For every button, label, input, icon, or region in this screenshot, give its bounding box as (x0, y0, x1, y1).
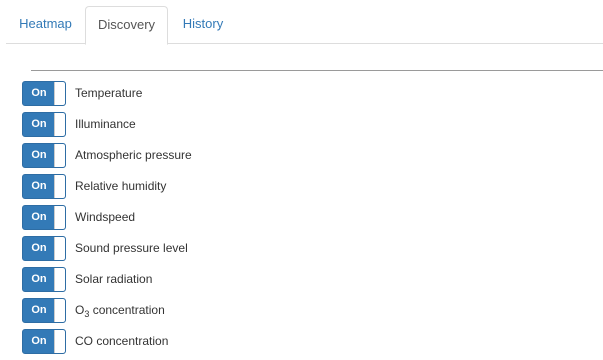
toggle-on-label: On (31, 273, 47, 285)
solar-radiation-toggle[interactable]: On (22, 267, 66, 292)
windspeed-toggle[interactable]: On (22, 205, 66, 230)
toggle-on-label: On (31, 335, 47, 347)
tab-bar: Heatmap Discovery History (6, 6, 603, 45)
toggle-handle (54, 175, 65, 198)
illuminance-label: Illuminance (75, 117, 136, 131)
tab-heatmap[interactable]: Heatmap (6, 6, 85, 44)
solar-radiation-label: Solar radiation (75, 272, 153, 286)
toggle-handle (54, 113, 65, 136)
toggle-handle (54, 206, 65, 229)
o3-suffix: concentration (89, 303, 165, 317)
sensor-row-temperature: On Temperature (22, 81, 582, 106)
sensor-row-atmospheric-pressure: On Atmospheric pressure (22, 143, 582, 168)
toggle-handle (54, 299, 65, 322)
toggle-on-label: On (31, 242, 47, 254)
temperature-toggle[interactable]: On (22, 81, 66, 106)
toggle-handle (54, 268, 65, 291)
co-concentration-toggle[interactable]: On (22, 329, 66, 354)
sensor-row-illuminance: On Illuminance (22, 112, 582, 137)
tab-discovery[interactable]: Discovery (85, 6, 168, 45)
divider (31, 70, 603, 71)
relative-humidity-toggle[interactable]: On (22, 174, 66, 199)
sound-pressure-level-toggle[interactable]: On (22, 236, 66, 261)
o3-concentration-toggle[interactable]: On (22, 298, 66, 323)
toggle-handle (54, 330, 65, 353)
tab-history[interactable]: History (168, 6, 238, 44)
sensor-row-windspeed: On Windspeed (22, 205, 582, 230)
toggle-on-label: On (31, 304, 47, 316)
toggle-handle (54, 82, 65, 105)
toggle-on-label: On (31, 180, 47, 192)
toggle-on-label: On (31, 211, 47, 223)
sensor-row-relative-humidity: On Relative humidity (22, 174, 582, 199)
toggle-on-label: On (31, 87, 47, 99)
toggle-on-label: On (31, 118, 47, 130)
windspeed-label: Windspeed (75, 210, 136, 224)
atmospheric-pressure-label: Atmospheric pressure (75, 148, 192, 162)
sensor-row-solar-radiation: On Solar radiation (22, 267, 582, 292)
o3-prefix: O (75, 303, 85, 317)
sound-pressure-level-label: Sound pressure level (75, 241, 188, 255)
co-concentration-label: CO concentration (75, 334, 169, 348)
atmospheric-pressure-toggle[interactable]: On (22, 143, 66, 168)
illuminance-toggle[interactable]: On (22, 112, 66, 137)
sensor-list: On Temperature On Illuminance On Atmosph… (22, 81, 582, 360)
temperature-label: Temperature (75, 86, 143, 100)
sensor-row-co-concentration: On CO concentration (22, 329, 582, 354)
toggle-on-label: On (31, 149, 47, 161)
o3-concentration-label: O3 concentration (75, 298, 165, 323)
sensor-row-sound-pressure-level: On Sound pressure level (22, 236, 582, 261)
relative-humidity-label: Relative humidity (75, 179, 167, 193)
sensor-row-o3-concentration: On O3 concentration (22, 298, 582, 323)
toggle-handle (54, 237, 65, 260)
toggle-handle (54, 144, 65, 167)
